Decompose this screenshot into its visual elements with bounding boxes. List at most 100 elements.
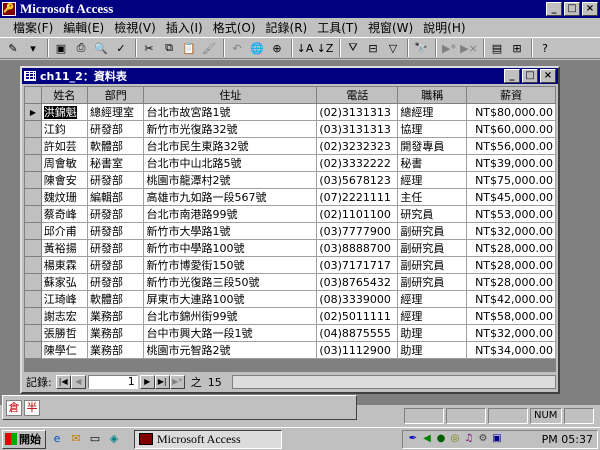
find-icon[interactable]: 🔭: [412, 39, 430, 57]
cell-salary[interactable]: NT$28,000.00: [466, 273, 556, 291]
cell-salary[interactable]: NT$32,000.00: [466, 222, 556, 240]
help-icon[interactable]: ?: [536, 39, 554, 57]
cell-name[interactable]: 邱介甫: [40, 222, 89, 240]
table-row[interactable]: 黃裕揚 研發部 新竹市中學路100號 (03)8888700 副研究員 NT$28,000…: [24, 239, 556, 257]
datasheet-maximize-button[interactable]: □: [522, 69, 538, 83]
cell-name[interactable]: 許如芸: [40, 137, 89, 155]
cell-title[interactable]: 開發專員: [397, 137, 468, 155]
monitor-icon[interactable]: ▣: [491, 433, 503, 445]
cell-address[interactable]: 新竹市中學路100號: [143, 239, 318, 257]
paste-icon[interactable]: 📋: [180, 39, 198, 57]
internet-explorer-icon[interactable]: e: [49, 431, 65, 447]
apply-filter-icon[interactable]: ▽: [384, 39, 402, 57]
table-row[interactable]: 陳學仁 業務部 桃園市元智路2號 (03)1112900 助理 NT$34,000.00: [24, 341, 556, 359]
cell-phone[interactable]: (03)3131313: [316, 120, 399, 138]
menu-view[interactable]: 檢視(V): [109, 19, 161, 36]
cell-salary[interactable]: NT$56,000.00: [466, 137, 556, 155]
database-window-icon[interactable]: ▤: [488, 39, 506, 57]
cell-phone[interactable]: (03)7777900: [316, 222, 399, 240]
cell-name[interactable]: 張勝哲: [40, 324, 89, 342]
print-preview-icon[interactable]: 🔍: [92, 39, 110, 57]
cell-name[interactable]: 蔡奇峰: [40, 205, 89, 223]
filter-by-selection-icon[interactable]: ⛛: [344, 39, 362, 57]
record-selector[interactable]: [24, 341, 42, 359]
cell-phone[interactable]: (04)8875555: [316, 324, 399, 342]
start-button[interactable]: 開始: [2, 429, 46, 449]
column-header-salary[interactable]: 薪資: [466, 86, 556, 104]
table-row[interactable]: 江鈞 研發部 新竹市光復路32號 (03)3131313 協理 NT$60,000.00: [24, 120, 556, 138]
cell-department[interactable]: 研發部: [87, 222, 145, 240]
minimize-button[interactable]: _: [546, 2, 562, 16]
cell-title[interactable]: 副研究員: [397, 256, 468, 274]
menu-format[interactable]: 格式(O): [208, 19, 261, 36]
cell-salary[interactable]: NT$39,000.00: [466, 154, 556, 172]
cell-title[interactable]: 秘書: [397, 154, 468, 172]
sort-ascending-icon[interactable]: ↓A: [296, 39, 314, 57]
datasheet-minimize-button[interactable]: _: [504, 69, 520, 83]
settings-icon[interactable]: ⚙: [477, 433, 489, 445]
record-selector[interactable]: [24, 137, 42, 155]
table-row[interactable]: 蔡奇峰 研發部 台北市南港路99號 (02)1101100 研究員 NT$53,000.0…: [24, 205, 556, 223]
cell-phone[interactable]: (03)7171717: [316, 256, 399, 274]
cell-address[interactable]: 新竹市光復路三段50號: [143, 273, 318, 291]
cell-name[interactable]: 周會敏: [40, 154, 89, 172]
select-all-corner[interactable]: [24, 86, 42, 104]
cell-name[interactable]: 黃裕揚: [40, 239, 89, 257]
cell-department[interactable]: 業務部: [87, 307, 145, 325]
cell-address[interactable]: 台北市中山北路5號: [143, 154, 318, 172]
delete-record-icon[interactable]: ▶×: [460, 39, 478, 57]
taskbar-access-button[interactable]: Microsoft Access: [134, 429, 282, 449]
table-row[interactable]: ▶ 洪錦魁 總經理室 台北市故宮路1號 (02)3131313 總經理 NT$80,000.…: [24, 103, 556, 121]
cell-name[interactable]: 魏炆珊: [40, 188, 89, 206]
new-record-icon[interactable]: ▶*: [440, 39, 458, 57]
new-object-icon[interactable]: ⊞: [508, 39, 526, 57]
cell-department[interactable]: 業務部: [87, 324, 145, 342]
record-selector[interactable]: [24, 171, 42, 189]
menu-help[interactable]: 說明(H): [418, 19, 470, 36]
insert-hyperlink-icon[interactable]: 🌐: [248, 39, 266, 57]
cell-address[interactable]: 新竹市大學路1號: [143, 222, 318, 240]
cell-department[interactable]: 秘書室: [87, 154, 145, 172]
table-row[interactable]: 邱介甫 研發部 新竹市大學路1號 (03)7777900 副研究員 NT$32,000.0…: [24, 222, 556, 240]
cell-title[interactable]: 經理: [397, 307, 468, 325]
cell-name[interactable]: 陳學仁: [40, 341, 89, 359]
cell-department[interactable]: 軟體部: [87, 137, 145, 155]
cell-address[interactable]: 桃園市元智路2號: [143, 341, 318, 359]
chat-icon[interactable]: ◎: [449, 433, 461, 445]
record-selector[interactable]: [24, 290, 42, 308]
record-selector[interactable]: [24, 273, 42, 291]
record-selector[interactable]: [24, 324, 42, 342]
cell-address[interactable]: 新竹市光復路32號: [143, 120, 318, 138]
menu-edit[interactable]: 編輯(E): [58, 19, 109, 36]
cell-name[interactable]: 江鈞: [40, 120, 89, 138]
menu-file[interactable]: 檔案(F): [8, 19, 58, 36]
cell-title[interactable]: 主任: [397, 188, 468, 206]
copy-icon[interactable]: ⧉: [160, 39, 178, 57]
cell-phone[interactable]: (02)3131313: [316, 103, 399, 121]
cell-phone[interactable]: (02)3232323: [316, 137, 399, 155]
next-record-button[interactable]: ▶: [139, 375, 155, 389]
cell-department[interactable]: 研發部: [87, 256, 145, 274]
network-icon[interactable]: ●: [435, 433, 447, 445]
cell-salary[interactable]: NT$32,000.00: [466, 324, 556, 342]
cell-title[interactable]: 總經理: [397, 103, 468, 121]
cell-name[interactable]: 楊東霖: [40, 256, 89, 274]
undo-icon[interactable]: ↶: [228, 39, 246, 57]
volume-icon[interactable]: ◀: [421, 433, 433, 445]
cell-department[interactable]: 研發部: [87, 120, 145, 138]
previous-record-button[interactable]: ◀: [70, 375, 86, 389]
view-dropdown-icon[interactable]: ▾: [24, 39, 42, 57]
record-selector[interactable]: [24, 239, 42, 257]
last-record-button[interactable]: ▶|: [154, 375, 170, 389]
cell-salary[interactable]: NT$58,000.00: [466, 307, 556, 325]
table-row[interactable]: 謝志宏 業務部 台北市錦州街99號 (02)5011111 經理 NT$58,000.00: [24, 307, 556, 325]
cell-address[interactable]: 屏東市大連路100號: [143, 290, 318, 308]
cell-address[interactable]: 桃園市龍潭村2號: [143, 171, 318, 189]
record-selector[interactable]: [24, 188, 42, 206]
table-row[interactable]: 陳會安 研發部 桃園市龍潭村2號 (03)5678123 經理 NT$75,000.00: [24, 171, 556, 189]
cell-department[interactable]: 研發部: [87, 205, 145, 223]
column-header-address[interactable]: 住址: [143, 86, 318, 104]
cell-salary[interactable]: NT$28,000.00: [466, 239, 556, 257]
table-row[interactable]: 魏炆珊 編輯部 高雄市九如路一段567號 (07)2221111 主任 NT$45,000…: [24, 188, 556, 206]
cell-name[interactable]: 洪錦魁: [40, 103, 89, 121]
